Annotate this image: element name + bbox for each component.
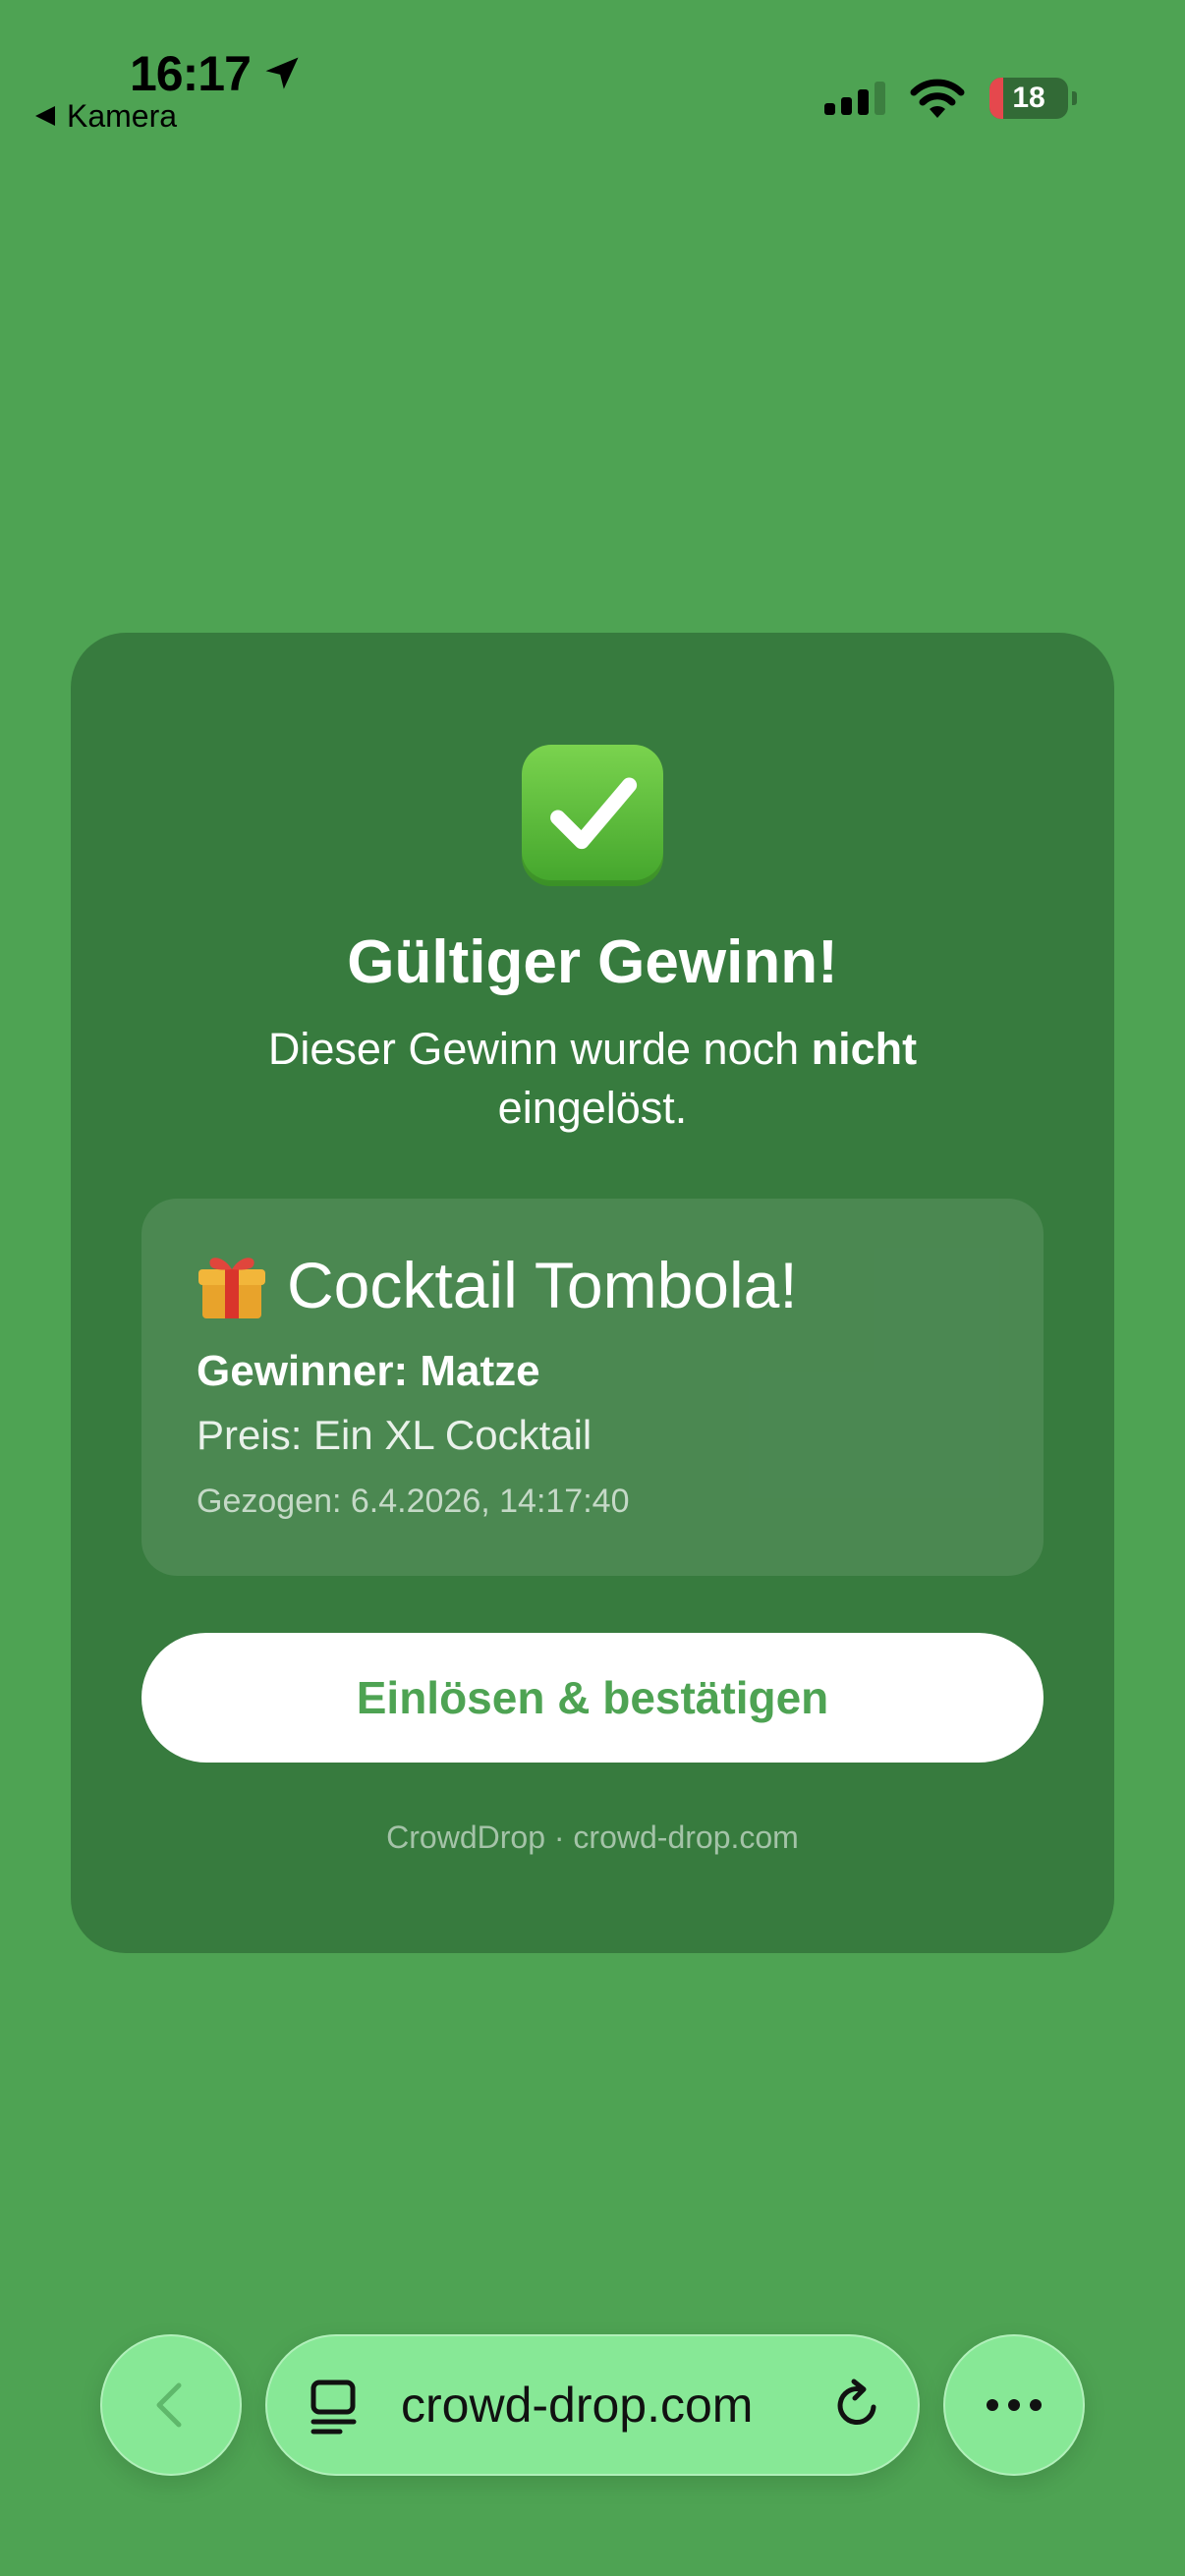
cellular-signal-icon	[824, 82, 885, 115]
clock: 16:17	[130, 46, 252, 101]
chevron-left-icon	[156, 2382, 182, 2428]
redeem-confirm-button[interactable]: Einlösen & bestätigen	[141, 1633, 1044, 1763]
browser-back-button[interactable]	[100, 2334, 242, 2476]
address-bar[interactable]: crowd-drop.com	[265, 2334, 920, 2476]
status-indicators: 18	[824, 71, 1077, 126]
prize-description: Preis: Ein XL Cocktail	[197, 1412, 592, 1458]
back-triangle-icon	[35, 106, 55, 126]
page-menu-icon	[310, 2380, 357, 2435]
gift-icon	[198, 1258, 265, 1318]
reload-icon[interactable]	[829, 2378, 884, 2433]
prize-name: Cocktail Tombola!	[287, 1249, 798, 1321]
battery-percent: 18	[1012, 82, 1045, 114]
subtitle-text-start: Dieser Gewinn wurde noch	[267, 1024, 812, 1074]
location-arrow-icon	[265, 57, 299, 89]
url-text: crowd-drop.com	[401, 2378, 754, 2433]
prize-header: Cocktail Tombola!	[195, 1244, 798, 1326]
battery-icon: 18	[989, 78, 1068, 119]
subtitle-text-end: eingelöst.	[497, 1083, 688, 1133]
back-app-label: Kamera	[67, 97, 178, 134]
winner-name: Gewinner: Matze	[197, 1347, 540, 1395]
subtitle-emphasis: nicht	[811, 1024, 918, 1074]
drawn-timestamp: Gezogen: 6.4.2026, 14:17:40	[197, 1483, 630, 1520]
battery-nub	[1072, 91, 1077, 105]
footer-credit: CrowdDrop · crowd-drop.com	[386, 1820, 799, 1855]
result-subtitle: Dieser Gewinn wurde noch nicht eingelöst…	[218, 1020, 967, 1138]
back-to-app-button[interactable]: Kamera	[35, 96, 177, 136]
ellipsis-icon	[987, 2399, 1042, 2411]
wifi-icon	[910, 79, 965, 118]
result-title: Gültiger Gewinn!	[347, 928, 838, 996]
check-mark-icon	[522, 745, 663, 886]
prize-details-box: Cocktail Tombola! Gewinner: Matze Preis:…	[141, 1199, 1044, 1576]
more-options-button[interactable]	[943, 2334, 1085, 2476]
result-card: Gültiger Gewinn! Dieser Gewinn wurde noc…	[71, 633, 1114, 1953]
